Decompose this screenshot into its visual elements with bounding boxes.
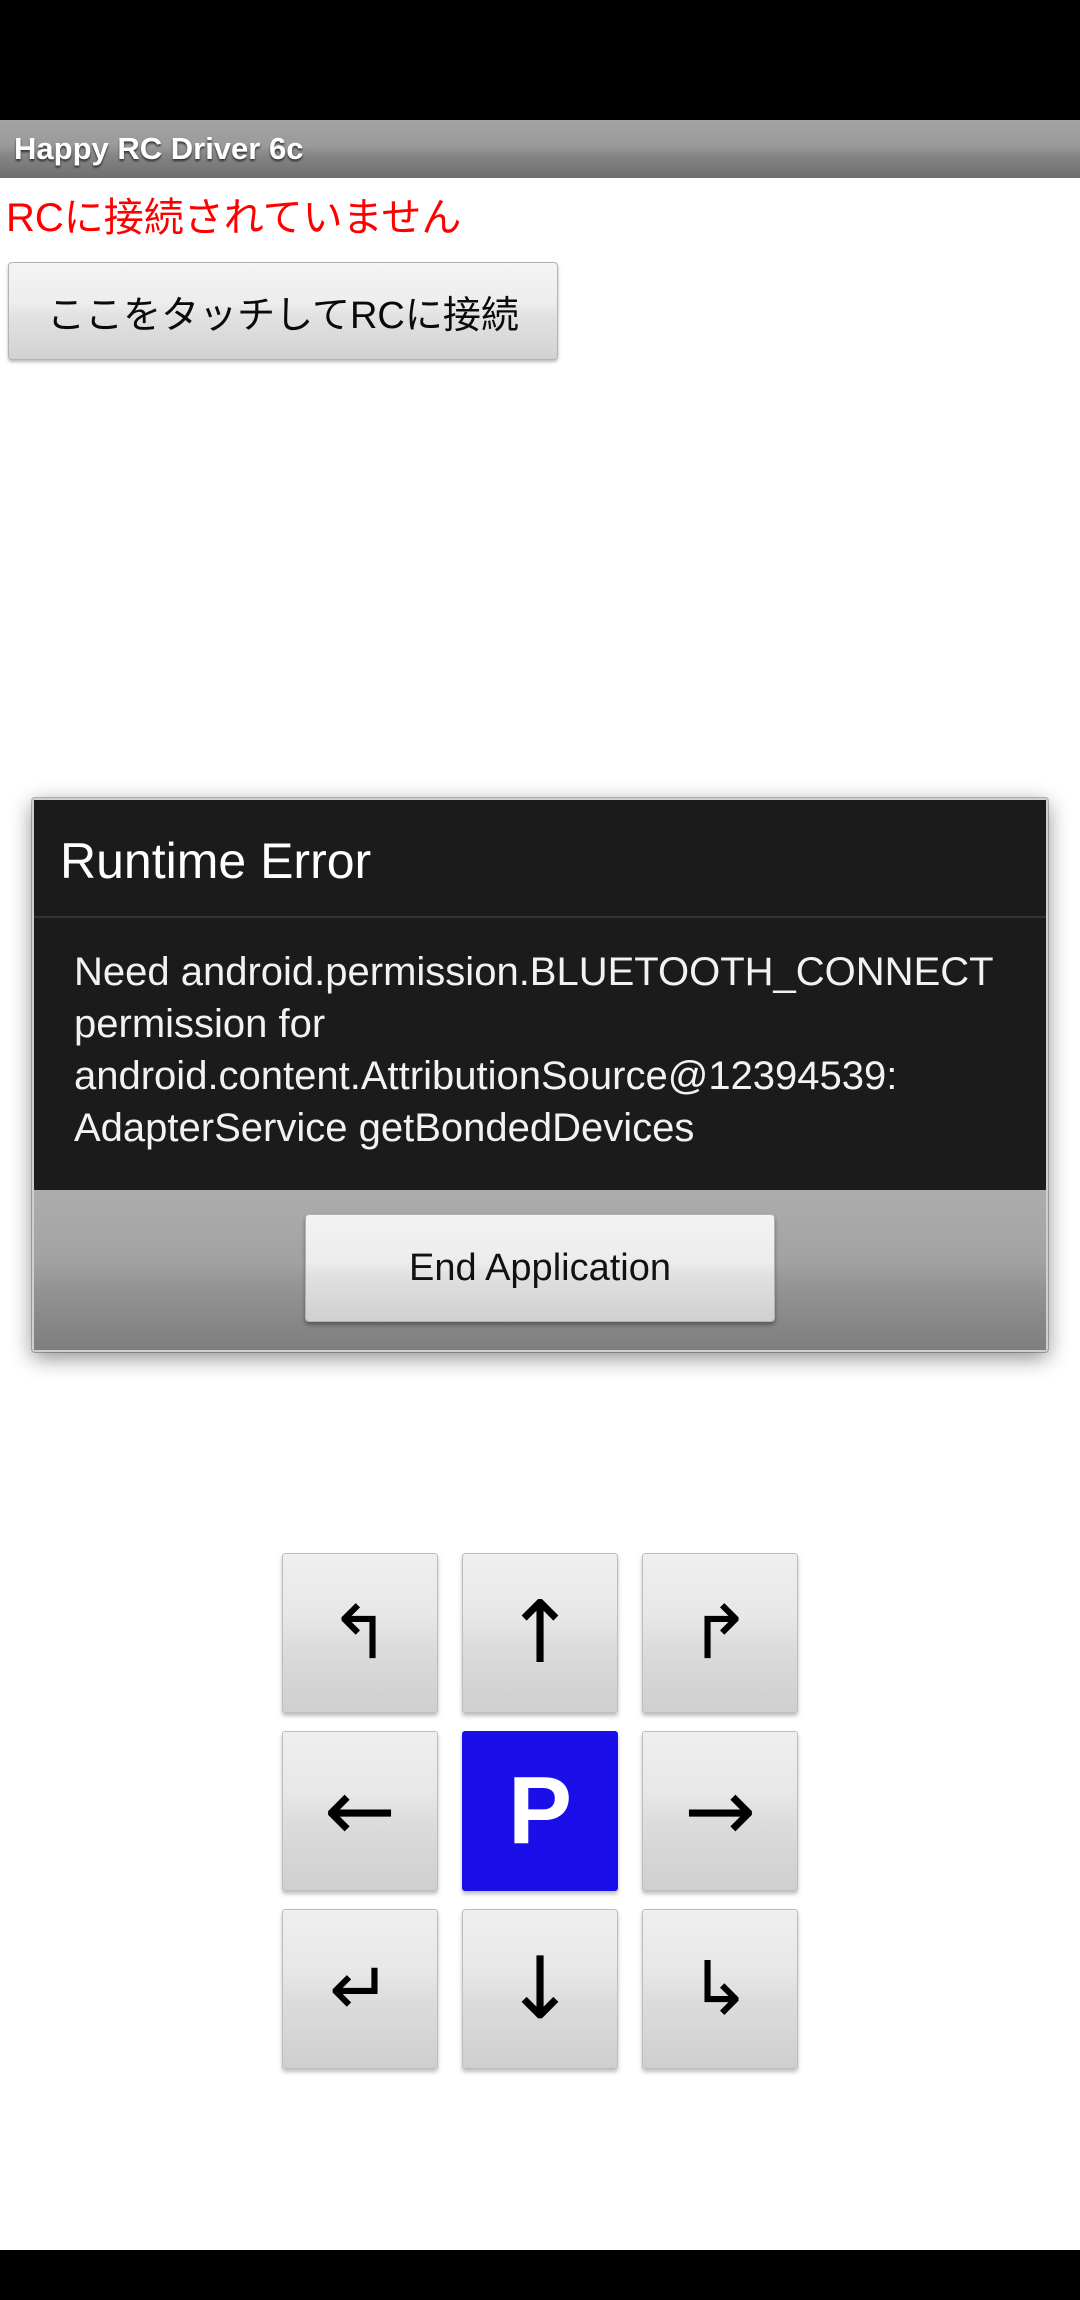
bottom-navigation-strip [0,2250,1080,2300]
connect-to-rc-button[interactable]: ここをタッチしてRCに接続 [8,262,558,360]
dpad-button-turn-left-backward[interactable]: ↵ [282,1909,438,2069]
top-status-strip [0,0,1080,120]
forward-icon: ↑ [503,1583,577,1683]
turn-left-backward-icon: ↵ [328,1946,391,2032]
dpad-row: ↰ ↑ ↱ [282,1553,798,1713]
dpad-row: ↵ ↓ ↳ [282,1909,798,2069]
dialog-title: Runtime Error [60,833,372,889]
dpad-row: ← P → [282,1731,798,1891]
connect-to-rc-button-label: ここをタッチしてRCに接続 [47,294,519,337]
dpad-button-left[interactable]: ← [282,1731,438,1891]
dpad-button-turn-right-forward[interactable]: ↱ [642,1553,798,1713]
dpad-button-backward[interactable]: ↓ [462,1909,618,2069]
dpad-button-turn-right-backward[interactable]: ↳ [642,1909,798,2069]
end-application-button[interactable]: End Application [305,1214,775,1322]
dialog-title-area: Runtime Error [34,800,1046,918]
dialog-message: Need android.permission.BLUETOOTH_CONNEC… [74,950,993,1150]
dpad-button-turn-left-forward[interactable]: ↰ [282,1553,438,1713]
dpad-button-park[interactable]: P [462,1731,618,1891]
phone-screen: Happy RC Driver 6c RCに接続されていません ここをタッチして… [0,0,1080,2300]
park-icon: P [507,1757,573,1864]
app-title-bar: Happy RC Driver 6c [0,120,1080,178]
dialog-body: Need android.permission.BLUETOOTH_CONNEC… [34,918,1046,1190]
turn-left-forward-icon: ↰ [328,1590,391,1676]
turn-right-forward-icon: ↱ [688,1590,751,1676]
app-content-area: RCに接続されていません ここをタッチしてRCに接続 Runtime Error… [0,178,1080,2250]
runtime-error-dialog: Runtime Error Need android.permission.BL… [32,798,1048,1352]
dpad-button-forward[interactable]: ↑ [462,1553,618,1713]
app-title: Happy RC Driver 6c [14,131,304,166]
dpad-button-right[interactable]: → [642,1731,798,1891]
connection-status-label: RCに接続されていません [6,196,462,240]
backward-icon: ↓ [503,1939,577,2039]
end-application-button-label: End Application [409,1246,671,1289]
left-icon: ← [323,1761,397,1861]
dialog-footer: End Application [34,1190,1046,1350]
turn-right-backward-icon: ↳ [688,1946,751,2032]
right-icon: → [683,1761,757,1861]
direction-pad: ↰ ↑ ↱ ← P → ↵ ↓ ↳ [282,1553,798,2069]
